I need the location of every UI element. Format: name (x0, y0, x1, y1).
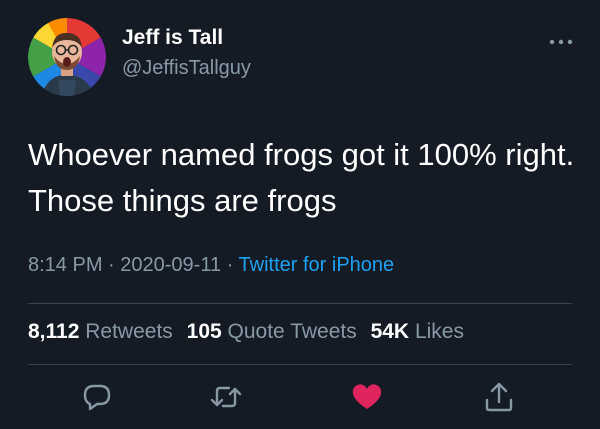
retweets-stat[interactable]: 8,112 Retweets (28, 320, 173, 343)
divider (28, 364, 572, 365)
tweet-card: Jeff is Tall @JeffisTallguy Whoever name… (0, 0, 600, 429)
retweets-label: Retweets (85, 320, 173, 343)
tweet-time[interactable]: 8:14 PM (28, 254, 102, 276)
retweet-icon (210, 386, 242, 408)
heart-icon (352, 384, 382, 409)
avatar-image (28, 18, 106, 96)
tweet-text: Whoever named frogs got it 100% right. T… (28, 137, 575, 218)
share-icon (485, 382, 513, 412)
likes-label: Likes (414, 320, 464, 343)
divider (28, 303, 572, 304)
likes-count: 54K (370, 320, 410, 343)
likes-stat[interactable]: 54K Likes (371, 320, 464, 343)
meta-separator: · (226, 254, 234, 276)
more-options-icon[interactable] (548, 34, 574, 45)
quote-tweets-label: Quote Tweets (227, 320, 357, 343)
avatar[interactable] (28, 18, 106, 96)
quote-tweets-stat[interactable]: 105 Quote Tweets (187, 320, 357, 343)
retweet-button[interactable] (209, 380, 243, 414)
meta-separator: · (108, 254, 115, 276)
user-handle[interactable]: @JeffisTallguy (122, 57, 251, 80)
display-name[interactable]: Jeff is Tall (122, 26, 223, 50)
tweet-source-link[interactable]: Twitter for iPhone (239, 254, 395, 276)
tweet-actions (0, 380, 600, 420)
reply-button[interactable] (80, 380, 114, 414)
tweet-stats: 8,112 Retweets 105 Quote Tweets 54K Like… (28, 320, 472, 344)
tweet-meta: 8:14 PM · 2020-09-11 · Twitter for iPhon… (28, 254, 394, 277)
reply-icon (83, 384, 111, 411)
like-button[interactable] (350, 380, 384, 414)
quote-tweets-count: 105 (186, 320, 222, 343)
tweet-date[interactable]: 2020-09-11 (120, 254, 221, 276)
share-button[interactable] (482, 380, 516, 414)
retweets-count: 8,112 (28, 320, 80, 343)
